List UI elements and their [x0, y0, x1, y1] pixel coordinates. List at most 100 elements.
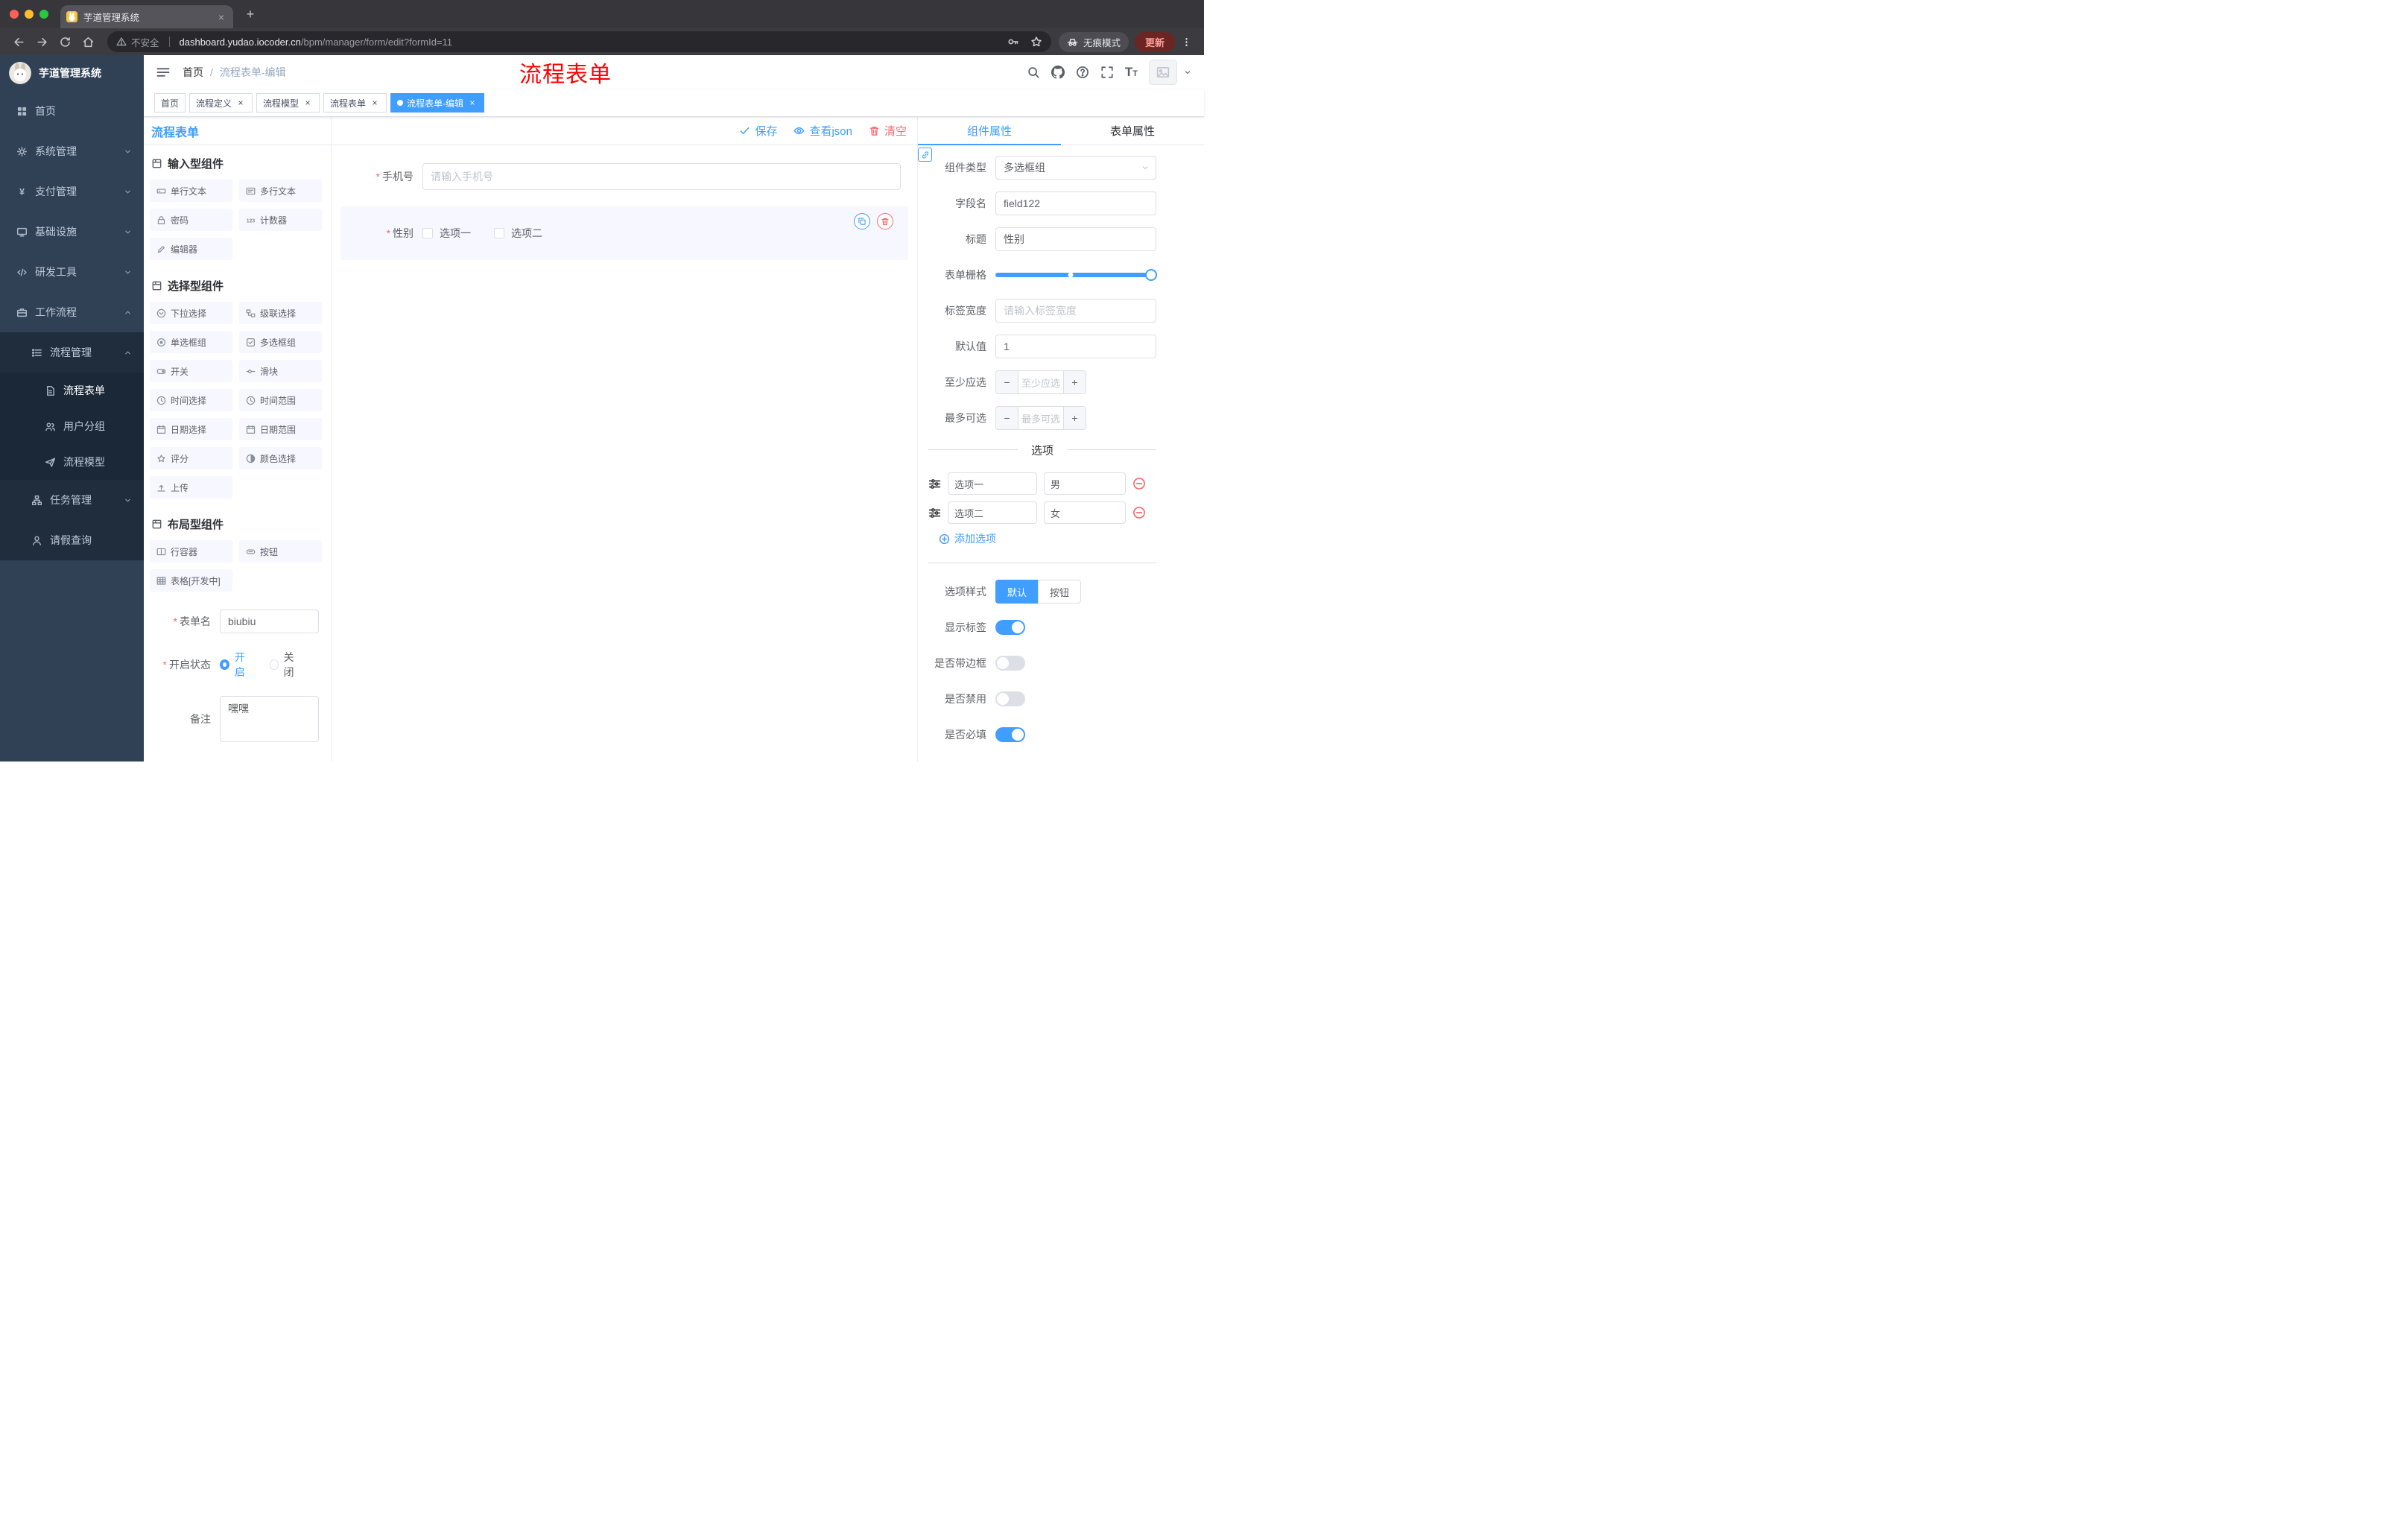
component-select[interactable]: 下拉选择: [150, 302, 232, 324]
component-time[interactable]: 时间选择: [150, 389, 232, 411]
avatar[interactable]: [1149, 60, 1177, 85]
status-off-radio[interactable]: 关闭: [269, 650, 302, 680]
new-tab-button[interactable]: [241, 4, 260, 24]
component-slider[interactable]: 滑块: [239, 360, 322, 382]
component-rate[interactable]: 评分: [150, 447, 232, 469]
checkbox-box[interactable]: [422, 228, 433, 238]
field-name-input[interactable]: [995, 191, 1156, 215]
component-input[interactable]: 单行文本: [150, 180, 232, 202]
sidebar-item-list[interactable]: 流程管理: [0, 332, 144, 373]
sidebar-item-gear[interactable]: 系统管理: [0, 131, 144, 171]
label-width-input[interactable]: [995, 299, 1156, 323]
component-radio[interactable]: 单选框组: [150, 331, 232, 353]
sidebar-item-tools[interactable]: 研发工具: [0, 252, 144, 292]
link-button[interactable]: [918, 148, 932, 162]
component-table[interactable]: 表格[开发中]: [150, 569, 232, 592]
slider-knob[interactable]: [1145, 269, 1157, 281]
component-checkbox[interactable]: 多选框组: [239, 331, 322, 353]
sidebar-item-briefcase[interactable]: 工作流程: [0, 292, 144, 332]
sidebar-item-document[interactable]: 流程表单: [0, 373, 144, 408]
remove-option-icon[interactable]: [1132, 477, 1146, 490]
sidebar-item-users[interactable]: 用户分组: [0, 408, 144, 444]
tag-3[interactable]: 流程表单: [323, 93, 387, 113]
decrease-button[interactable]: [996, 407, 1018, 429]
canvas-field-gender-selected[interactable]: 性别 选项一选项二: [340, 206, 908, 260]
option-label-input[interactable]: [948, 501, 1037, 524]
border-switch[interactable]: [995, 656, 1025, 671]
view-json-button[interactable]: 查看json: [793, 123, 852, 139]
close-window-button[interactable]: [10, 10, 19, 19]
sidebar-item-user[interactable]: 请假查询: [0, 520, 144, 560]
reload-button[interactable]: [59, 36, 72, 48]
sidebar-item-dashboard[interactable]: 首页: [0, 91, 144, 131]
required-switch[interactable]: [995, 727, 1025, 742]
clear-button[interactable]: 清空: [869, 123, 907, 139]
home-button[interactable]: [82, 36, 95, 48]
checkbox-box[interactable]: [494, 228, 504, 238]
style-button-button[interactable]: 按钮: [1038, 580, 1082, 604]
back-button[interactable]: [13, 36, 25, 48]
hamburger-icon[interactable]: [156, 65, 171, 80]
forward-button[interactable]: [36, 36, 48, 48]
update-button[interactable]: 更新: [1134, 31, 1175, 52]
tab-form-props[interactable]: 表单属性: [1061, 117, 1204, 145]
component-switch[interactable]: 开关: [150, 360, 232, 382]
component-upload[interactable]: 上传: [150, 476, 232, 498]
minimize-window-button[interactable]: [25, 10, 34, 19]
tag-0[interactable]: 首页: [154, 93, 186, 113]
drawing-board[interactable]: 手机号 性别 选项一选项二: [332, 145, 917, 762]
tag-4-active[interactable]: 流程表单-编辑: [390, 93, 485, 113]
default-value-input[interactable]: [995, 335, 1156, 358]
copy-field-button[interactable]: [854, 213, 870, 229]
component-textarea[interactable]: 多行文本: [239, 180, 322, 202]
remark-textarea[interactable]: 嘿嘿: [220, 696, 319, 742]
component-button[interactable]: 按钮: [239, 540, 322, 563]
component-time-range[interactable]: 时间范围: [239, 389, 322, 411]
increase-button[interactable]: [1063, 371, 1086, 393]
component-editor[interactable]: 编辑器: [150, 238, 232, 260]
decrease-button[interactable]: [996, 371, 1018, 393]
tag-2[interactable]: 流程模型: [256, 93, 320, 113]
tag-close-icon[interactable]: [302, 98, 313, 108]
gender-option-1[interactable]: 选项二: [494, 226, 542, 241]
add-option-button[interactable]: 添加选项: [939, 531, 1156, 546]
tag-close-icon[interactable]: [235, 98, 246, 108]
style-default-button[interactable]: 默认: [995, 580, 1039, 604]
fullscreen-icon[interactable]: [1100, 66, 1114, 79]
form-name-input[interactable]: [220, 609, 319, 633]
component-date-range[interactable]: 日期范围: [239, 418, 322, 440]
password-manager-icon[interactable]: [1007, 36, 1019, 48]
component-password[interactable]: 密码: [150, 209, 232, 231]
zoom-window-button[interactable]: [39, 10, 48, 19]
browser-menu-icon[interactable]: [1181, 37, 1192, 48]
font-size-icon[interactable]: [1125, 65, 1138, 80]
sidebar-logo[interactable]: 芋道管理系统: [0, 55, 144, 91]
address-bar[interactable]: 不安全 dashboard.yudao.iocoder.cn/bpm/manag…: [107, 31, 1051, 52]
component-color[interactable]: 颜色选择: [239, 447, 322, 469]
sidebar-item-tree[interactable]: 任务管理: [0, 480, 144, 520]
drag-handle-icon[interactable]: [928, 507, 941, 519]
avatar-caret-icon[interactable]: [1183, 68, 1192, 77]
show-label-switch[interactable]: [995, 620, 1025, 635]
github-icon[interactable]: [1051, 66, 1065, 79]
status-on-radio[interactable]: 开启: [220, 650, 252, 680]
canvas-field-phone[interactable]: 手机号: [340, 154, 908, 199]
component-row[interactable]: 行容器: [150, 540, 232, 563]
tag-1[interactable]: 流程定义: [189, 93, 253, 113]
browser-tab[interactable]: 芋道管理系统: [60, 5, 233, 28]
drag-handle-icon[interactable]: [928, 478, 941, 490]
component-type-select[interactable]: 多选框组: [995, 156, 1156, 180]
save-button[interactable]: 保存: [739, 123, 777, 139]
component-number[interactable]: 123 计数器: [239, 209, 322, 231]
option-value-input[interactable]: [1044, 472, 1126, 495]
sidebar-item-yen[interactable]: ¥ 支付管理: [0, 171, 144, 212]
component-date[interactable]: 日期选择: [150, 418, 232, 440]
tag-close-icon[interactable]: [467, 98, 478, 108]
gender-option-0[interactable]: 选项一: [422, 226, 471, 241]
form-grid-slider[interactable]: [995, 263, 1157, 287]
component-cascader[interactable]: 级联选择: [239, 302, 322, 324]
sidebar-item-monitor[interactable]: 基础设施: [0, 212, 144, 252]
option-value-input[interactable]: [1044, 501, 1126, 524]
help-icon[interactable]: [1076, 66, 1089, 79]
sidebar-item-send[interactable]: 流程模型: [0, 444, 144, 480]
